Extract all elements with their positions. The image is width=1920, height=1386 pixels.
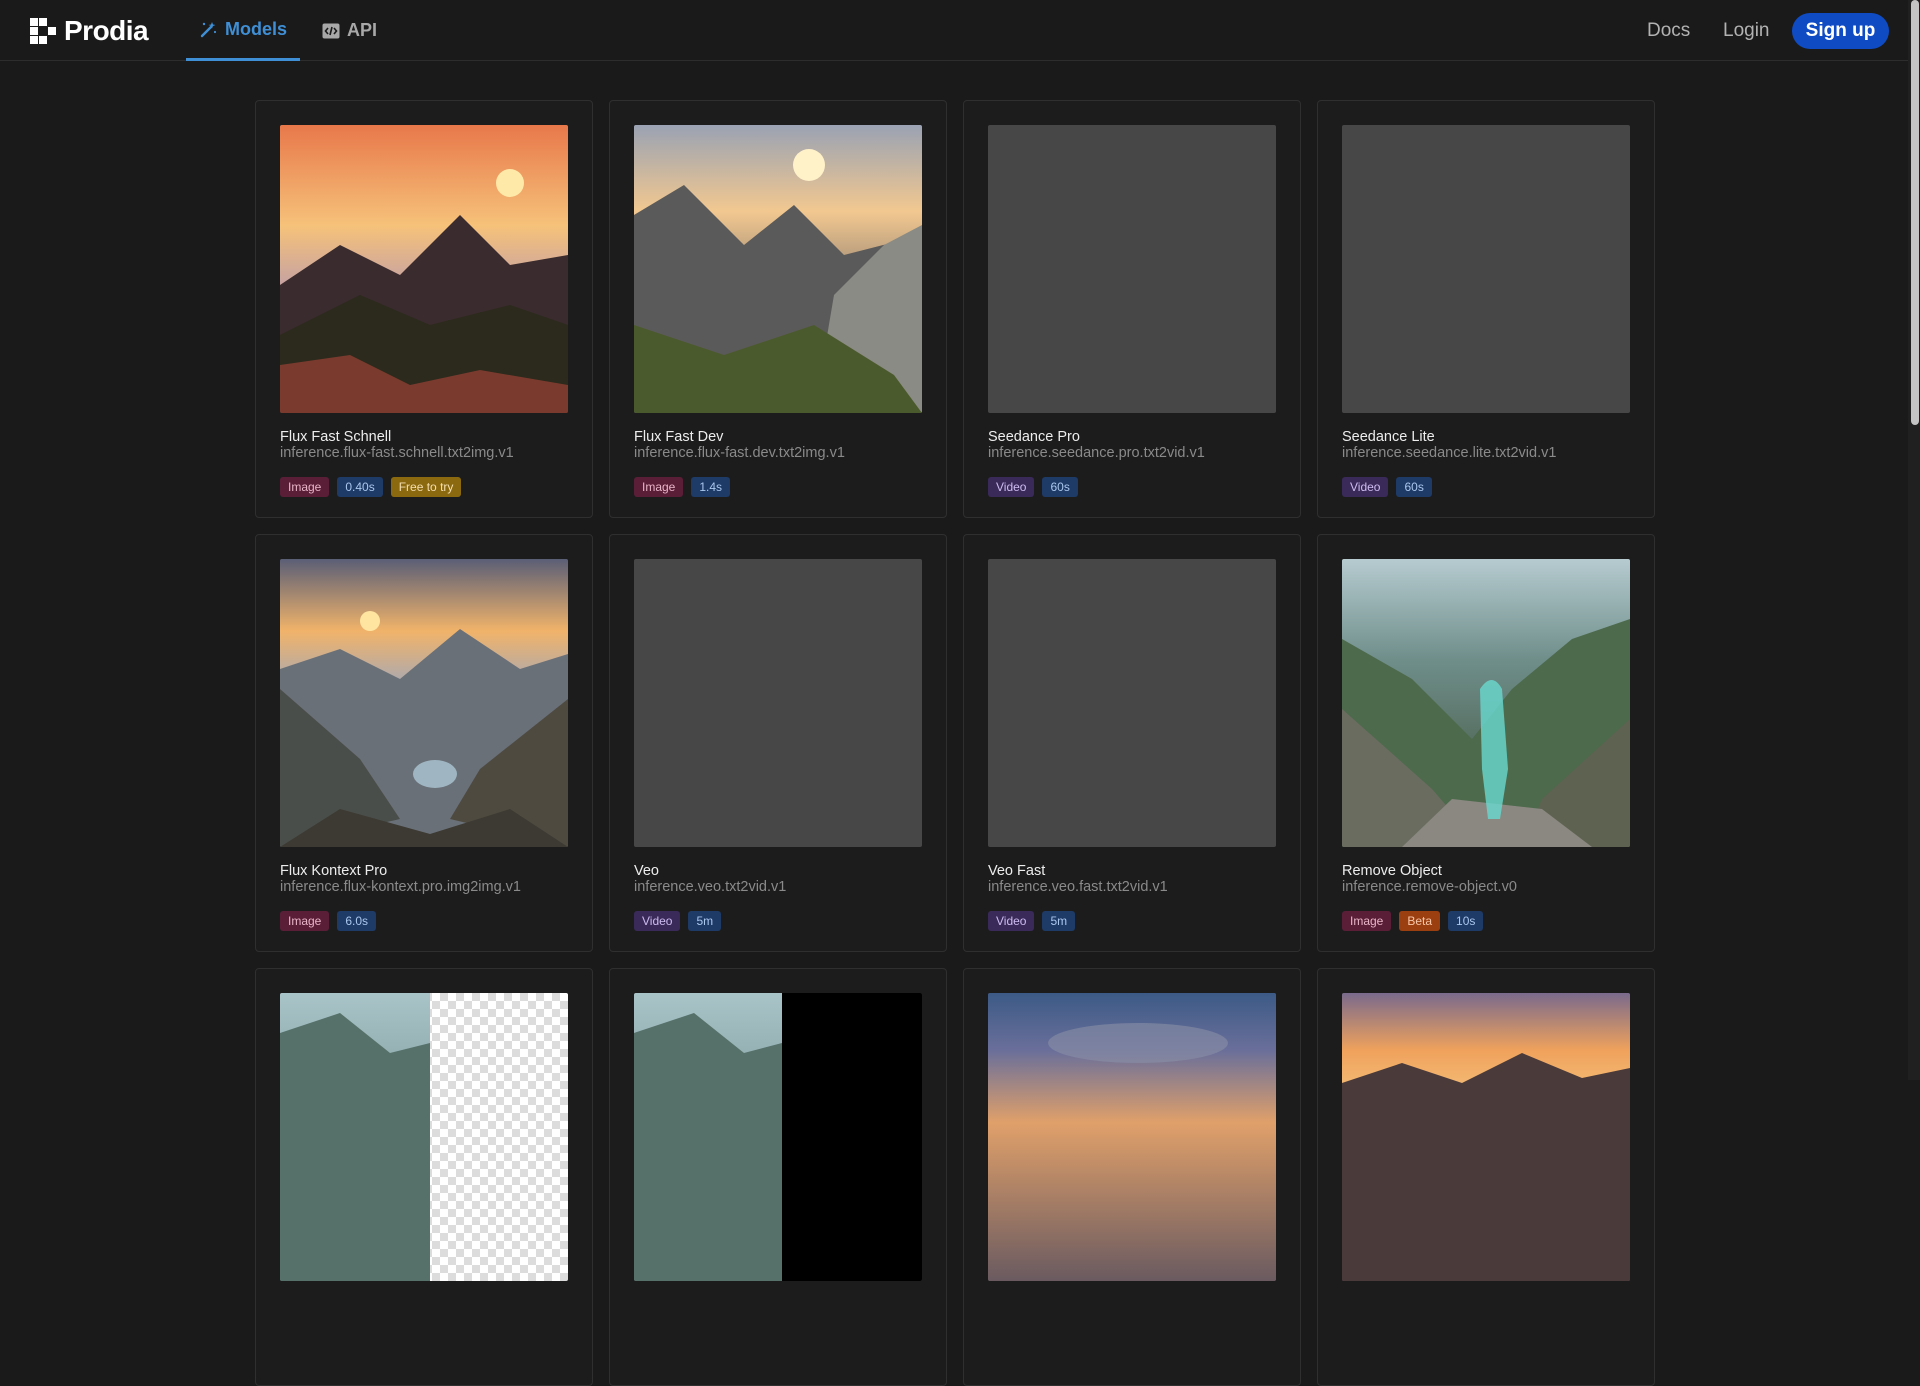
model-card[interactable]: Veo inference.veo.txt2vid.v1 Video 5m xyxy=(609,534,947,952)
time-badge: 5m xyxy=(1042,911,1076,931)
model-tags: Video 5m xyxy=(634,911,722,931)
model-tags: Image Beta 10s xyxy=(1342,911,1484,931)
tab-api[interactable]: API xyxy=(322,0,377,61)
model-title: Seedance Lite xyxy=(1342,429,1435,445)
type-badge: Video xyxy=(634,911,681,931)
model-card[interactable]: Seedance Lite inference.seedance.lite.tx… xyxy=(1317,100,1655,518)
model-thumbnail xyxy=(634,125,922,413)
type-badge: Video xyxy=(1342,477,1389,497)
code-icon xyxy=(322,23,340,38)
model-id: inference.veo.txt2vid.v1 xyxy=(634,879,787,895)
model-tags: Image 6.0s xyxy=(280,911,377,931)
login-link[interactable]: Login xyxy=(1723,20,1770,42)
model-id: inference.flux-kontext.pro.img2img.v1 xyxy=(280,879,521,895)
model-id: inference.remove-object.v0 xyxy=(1342,879,1517,895)
model-card[interactable]: Flux Fast Schnell inference.flux-fast.sc… xyxy=(255,100,593,518)
model-thumbnail xyxy=(1342,559,1630,847)
model-title: Flux Fast Schnell xyxy=(280,429,392,445)
type-badge: Image xyxy=(634,477,684,497)
type-badge: Video xyxy=(988,477,1035,497)
type-badge: Image xyxy=(280,911,330,931)
sign-up-button[interactable]: Sign up xyxy=(1792,13,1889,49)
model-id: inference.seedance.lite.txt2vid.v1 xyxy=(1342,445,1557,461)
model-thumbnail-placeholder xyxy=(988,559,1276,847)
model-thumbnail xyxy=(1342,993,1630,1281)
scrollbar-thumb[interactable] xyxy=(1911,0,1919,425)
tab-models-label: Models xyxy=(225,18,288,39)
model-thumbnail xyxy=(988,993,1276,1281)
model-thumbnail-placeholder xyxy=(988,125,1276,413)
model-tags: Image 1.4s xyxy=(634,477,731,497)
model-id: inference.flux-fast.dev.txt2img.v1 xyxy=(634,445,845,461)
model-card[interactable] xyxy=(255,968,593,1386)
wand-icon xyxy=(200,22,217,38)
time-badge: 0.40s xyxy=(337,477,383,497)
prodia-logo[interactable]: Prodia xyxy=(30,15,149,46)
time-badge: 60s xyxy=(1396,477,1432,497)
type-badge: Video xyxy=(988,911,1035,931)
time-badge: 10s xyxy=(1448,911,1484,931)
model-tags: Video 60s xyxy=(988,477,1078,497)
model-card[interactable]: Seedance Pro inference.seedance.pro.txt2… xyxy=(963,100,1301,518)
model-title: Remove Object xyxy=(1342,863,1442,879)
prodia-logo-icon xyxy=(30,18,56,44)
model-card[interactable]: Veo Fast inference.veo.fast.txt2vid.v1 V… xyxy=(963,534,1301,952)
model-title: Veo Fast xyxy=(988,863,1046,879)
brand-name: Prodia xyxy=(64,15,149,46)
model-id: inference.flux-fast.schnell.txt2img.v1 xyxy=(280,445,514,461)
model-tags: Image 0.40s Free to try xyxy=(280,477,462,497)
model-card[interactable] xyxy=(609,968,947,1386)
type-badge: Image xyxy=(1342,911,1392,931)
model-id: inference.seedance.pro.txt2vid.v1 xyxy=(988,445,1205,461)
model-title: Flux Fast Dev xyxy=(634,429,724,445)
model-title: Seedance Pro xyxy=(988,429,1080,445)
docs-link[interactable]: Docs xyxy=(1647,20,1690,42)
model-card[interactable] xyxy=(1317,968,1655,1386)
model-card[interactable]: Remove Object inference.remove-object.v0… xyxy=(1317,534,1655,952)
time-badge: 5m xyxy=(688,911,722,931)
beta-badge: Beta xyxy=(1399,911,1441,931)
model-card[interactable]: Flux Fast Dev inference.flux-fast.dev.tx… xyxy=(609,100,947,518)
model-id: inference.veo.fast.txt2vid.v1 xyxy=(988,879,1168,895)
model-thumbnail-placeholder xyxy=(1342,125,1630,413)
model-thumbnail xyxy=(280,125,568,413)
type-badge: Image xyxy=(280,477,330,497)
tab-models[interactable]: Models xyxy=(186,0,300,61)
model-tags: Video 5m xyxy=(988,911,1076,931)
model-card[interactable]: Flux Kontext Pro inference.flux-kontext.… xyxy=(255,534,593,952)
model-tags: Video 60s xyxy=(1342,477,1432,497)
tab-api-label: API xyxy=(347,20,378,40)
model-card[interactable] xyxy=(963,968,1301,1386)
free-badge: Free to try xyxy=(390,477,462,497)
time-badge: 60s xyxy=(1042,477,1078,497)
model-title: Veo xyxy=(634,863,659,879)
model-thumbnail xyxy=(280,993,568,1281)
time-badge: 1.4s xyxy=(691,477,731,497)
model-thumbnail xyxy=(280,559,568,847)
top-navigation-bar: Prodia Models API Docs Login Sign up xyxy=(0,0,1920,61)
time-badge: 6.0s xyxy=(337,911,377,931)
model-thumbnail-placeholder xyxy=(634,559,922,847)
model-title: Flux Kontext Pro xyxy=(280,863,388,879)
model-thumbnail xyxy=(634,993,922,1281)
